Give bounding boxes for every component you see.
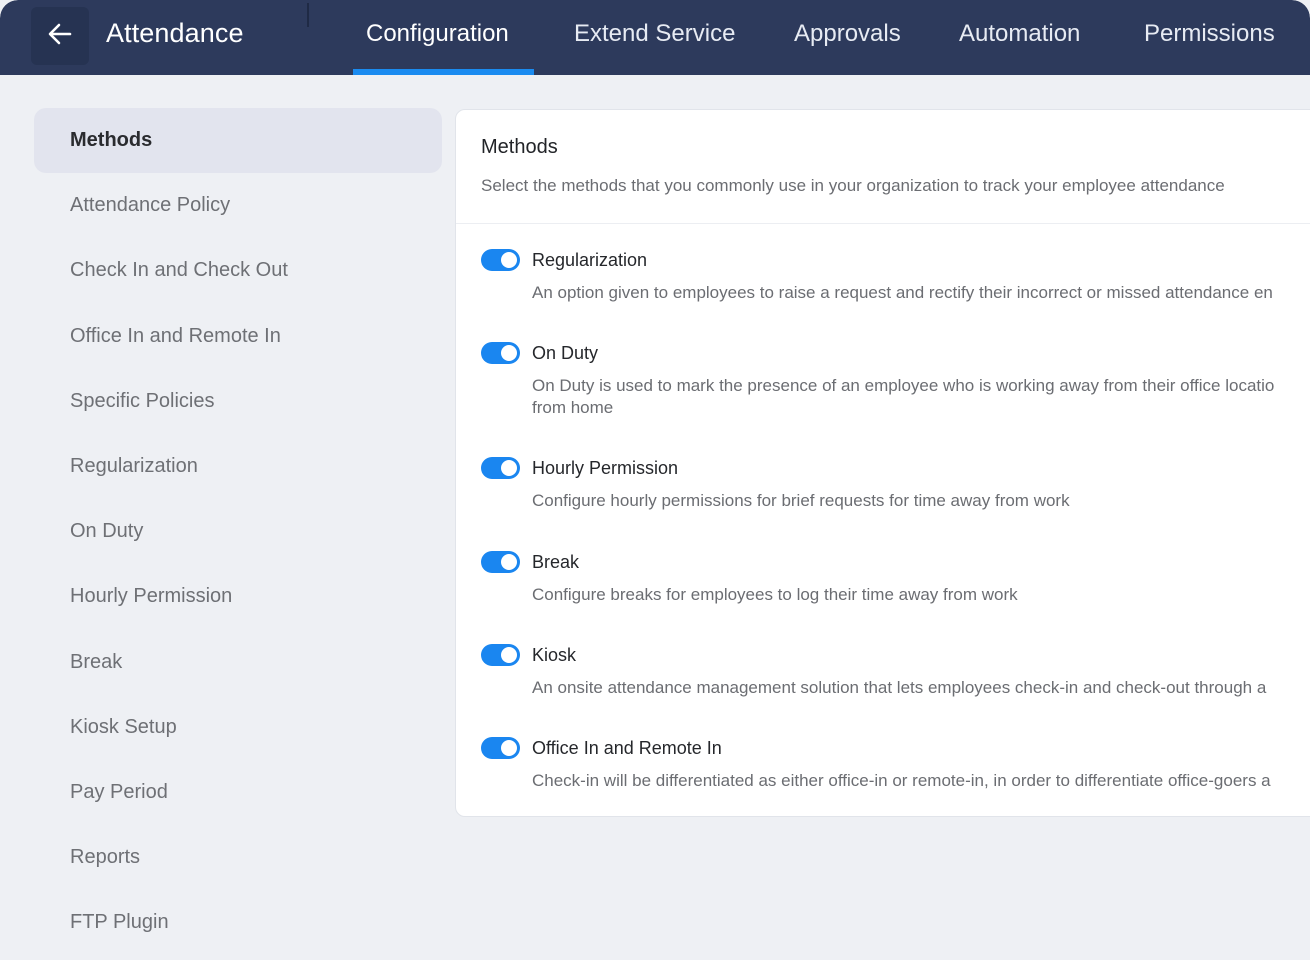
active-tab-indicator [353,69,534,75]
sidebar-item-pay-period[interactable]: Pay Period [34,760,442,825]
method-name: Regularization [532,250,648,270]
toggle-knob [501,554,517,570]
card-subtitle: Select the methods that you commonly use… [481,176,1225,195]
method-description-line-2: from home [532,398,614,417]
toggle-knob [501,740,517,756]
tab-automation[interactable]: Automation [959,20,1080,48]
tab-extend-service[interactable]: Extend Service [574,20,735,48]
method-description: On Duty is used to mark the presence of … [532,375,1310,419]
sidebar-item-specific-policies[interactable]: Specific Policies [34,369,442,434]
break-toggle[interactable] [481,551,520,573]
toggle-knob [501,252,517,268]
method-description-line-1: On Duty is used to mark the presence of … [532,376,1275,395]
toggle-knob [501,345,517,361]
method-name: Office In and Remote In [532,738,722,758]
arrow-left-icon [48,23,72,50]
method-name: Break [532,552,580,572]
method-description: An option given to employees to raise a … [532,283,1273,302]
office-in-remote-in-toggle[interactable] [481,737,520,759]
kiosk-toggle[interactable] [481,644,520,666]
method-name: Hourly Permission [532,458,679,478]
sidebar-item-reports[interactable]: Reports [34,825,442,890]
sidebar-item-ftp-plugin[interactable]: FTP Plugin [34,890,442,955]
sidebar-item-kiosk-setup[interactable]: Kiosk Setup [34,695,442,760]
method-name: Kiosk [532,645,577,665]
method-description: Configure breaks for employees to log th… [532,585,1018,604]
settings-sidebar: Methods Attendance Policy Check In and C… [34,108,442,955]
header-divider [307,3,309,27]
card-title: Methods [481,136,558,158]
sidebar-item-office-in-remote-in[interactable]: Office In and Remote In [34,304,442,369]
back-button[interactable] [31,7,89,65]
app-title: Attendance [106,18,244,48]
card-header: Methods Select the methods that you comm… [456,110,1310,224]
sidebar-item-methods[interactable]: Methods [34,108,442,174]
method-description: An onsite attendance management solution… [532,678,1267,697]
regularization-toggle[interactable] [481,249,520,271]
sidebar-item-break[interactable]: Break [34,630,442,695]
tab-permissions[interactable]: Permissions [1144,20,1275,48]
method-description: Check-in will be differentiated as eithe… [532,771,1271,790]
method-description: Configure hourly permissions for brief r… [532,491,1070,510]
sidebar-item-check-in-check-out[interactable]: Check In and Check Out [34,238,442,303]
top-navigation-bar: Attendance Configuration Extend Service … [0,0,1310,75]
on-duty-toggle[interactable] [481,342,520,364]
toggle-knob [501,460,517,476]
sidebar-item-regularization[interactable]: Regularization [34,434,442,499]
app-frame: Attendance Configuration Extend Service … [0,0,1310,960]
sidebar-item-attendance-policy[interactable]: Attendance Policy [34,173,442,238]
methods-card: Methods Select the methods that you comm… [455,109,1310,817]
method-name: On Duty [532,343,599,363]
tab-configuration[interactable]: Configuration [366,20,509,48]
hourly-permission-toggle[interactable] [481,457,520,479]
toggle-knob [501,647,517,663]
sidebar-item-hourly-permission[interactable]: Hourly Permission [34,564,442,629]
tab-approvals[interactable]: Approvals [794,20,901,48]
sidebar-item-on-duty[interactable]: On Duty [34,499,442,564]
